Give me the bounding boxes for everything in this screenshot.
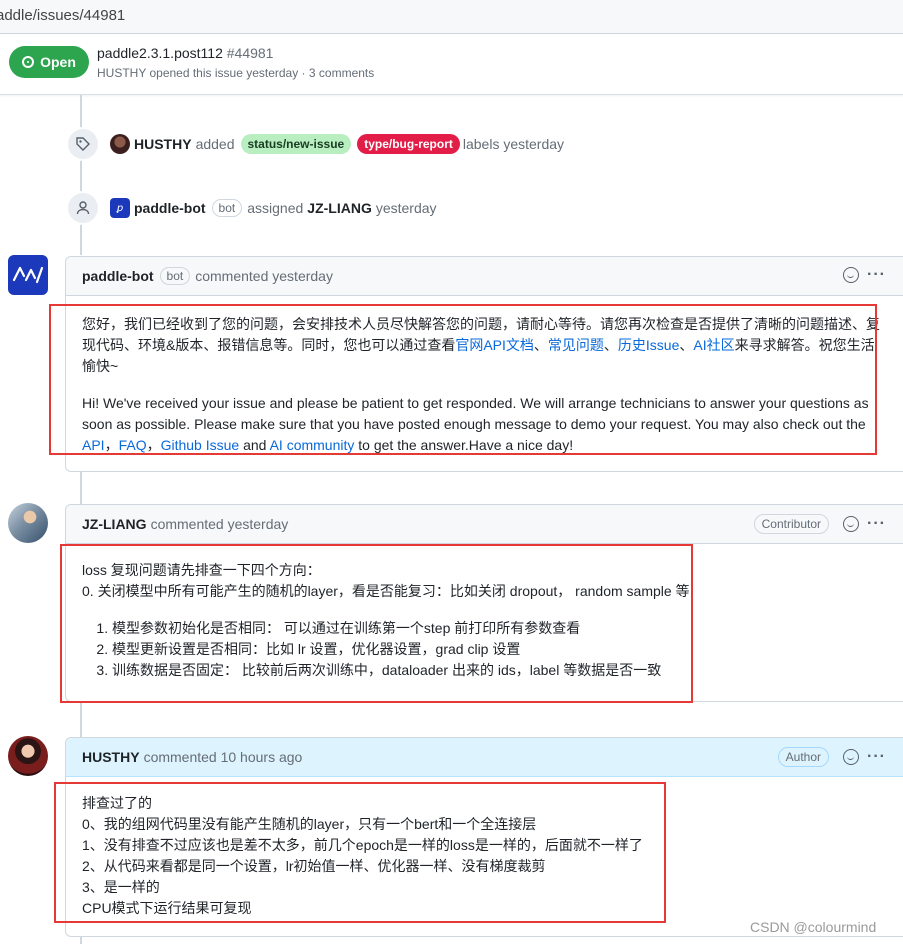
event-verb: assigned [247,200,304,216]
link-api[interactable]: API [82,437,105,453]
more-options-icon[interactable]: ··· [867,748,886,766]
paddle-bot-avatar[interactable] [8,255,48,295]
label-status-new-issue[interactable]: status/new-issue [240,134,352,154]
link-ai-community-en[interactable]: AI community [270,437,355,453]
en-text: and [239,437,270,453]
list-item: 训练数据是否固定： 比较前后两次训练中，dataloader 出来的 ids，l… [112,660,888,681]
list-item: 模型参数初始化是否相同： 可以通过在训练第一个step 前打印所有参数查看 [112,618,888,639]
separator: 、 [603,337,618,353]
comment-line: 3、是一样的 [82,879,160,895]
more-options-icon[interactable]: ··· [867,266,886,284]
comment-meta[interactable]: commented yesterday [195,268,333,284]
separator: ， [146,437,161,453]
issue-state-badge: Open [9,46,89,78]
event-actor[interactable]: paddle-bot [134,200,206,216]
avatar[interactable] [8,503,48,543]
comment-meta[interactable]: commented yesterday [151,516,289,532]
tag-icon [66,127,100,161]
bot-badge: bot [211,199,243,217]
comment-header: paddle-bot bot commented yesterday ··· [66,257,903,296]
comment-header: HUSTHY commented 10 hours ago Author ··· [66,738,903,777]
separator: 、 [679,337,694,353]
timeline-line [80,470,82,504]
comment-list: 模型参数初始化是否相同： 可以通过在训练第一个step 前打印所有参数查看 模型… [82,618,888,681]
event-actor[interactable]: HUSTHY [134,136,192,152]
watermark: CSDN @colourmind [750,919,877,935]
comment-body: 您好，我们已经收到了您的问题，会安排技术人员尽快解答您的问题，请耐心等待。请您再… [66,296,903,456]
timeline-event-assigned: ꝑ paddle-bot bot assigned JZ-LIANG yeste… [66,191,437,225]
avatar[interactable] [110,134,130,154]
label-type-bug-report[interactable]: type/bug-report [357,134,460,154]
link-faq-en[interactable]: FAQ [119,437,147,453]
role-badge: Contributor [753,514,830,534]
issue-number: #44981 [226,45,274,61]
comment-paddle-bot: paddle-bot bot commented yesterday ··· 您… [65,256,903,472]
issue-subtitle: HUSTHY opened this issue yesterday · 3 c… [97,66,374,80]
bot-badge: bot [159,267,191,285]
list-item: 模型更新设置是否相同：比如 lr 设置，优化器设置，grad clip 设置 [112,639,888,660]
event-tail: labels yesterday [462,136,565,152]
separator: 、 [533,337,548,353]
link-ai-community[interactable]: AI社区 [693,337,734,353]
issue-state-label: Open [40,54,76,70]
issue-title[interactable]: paddle2.3.1.post112 #44981 [97,45,273,61]
timeline-event-labeled: HUSTHY added status/new-issue type/bug-r… [66,127,565,161]
more-options-icon[interactable]: ··· [867,515,886,533]
address-bar[interactable]: addle/issues/44981 [0,0,903,34]
issue-title-text: paddle2.3.1.post112 [97,45,223,61]
comment-line: 2、从代码来看都是同一个设置，lr初始值一样、优化器一样、没有梯度裁剪 [82,858,546,874]
timeline-line [80,700,82,738]
avatar[interactable] [8,736,48,776]
event-verb: added [195,136,235,152]
comment-jz-liang: JZ-LIANG commented yesterday Contributor… [65,504,903,702]
smiley-icon[interactable] [843,749,860,765]
issue-opened-icon [22,56,35,68]
comment-line: CPU模式下运行结果可复现 [82,900,252,916]
role-badge: Author [777,747,830,767]
issue-sticky-header [0,34,903,95]
link-api-docs[interactable]: 官网API文档 [455,337,534,353]
timeline-line [80,95,82,255]
comment-author[interactable]: HUSTHY [82,749,140,765]
link-github-issue[interactable]: Github Issue [161,437,240,453]
person-icon [66,191,100,225]
comment-author[interactable]: JZ-LIANG [82,516,147,532]
comment-body: loss 复现问题请先排查一下四个方向： 0. 关闭模型中所有可能产生的随机的l… [66,544,903,681]
en-text: to get the answer.Have a nice day! [354,437,574,453]
comment-header: JZ-LIANG commented yesterday Contributor… [66,505,903,544]
comment-line: 1、没有排查不过应该也是差不太多，前几个epoch是一样的loss是一样的，后面… [82,837,643,853]
comment-paragraph-zh: 您好，我们已经收到了您的问题，会安排技术人员尽快解答您的问题，请耐心等待。请您再… [82,314,888,377]
issue-opener[interactable]: HUSTHY [97,66,146,80]
separator: ， [104,437,119,453]
paddle-bot-avatar[interactable]: ꝑ [110,198,130,218]
comment-line: 0. 关闭模型中所有可能产生的随机的layer，看是否能复习：比如关闭 drop… [82,583,690,599]
link-history-issue[interactable]: 历史Issue [618,337,679,353]
comment-author[interactable]: paddle-bot [82,268,154,284]
event-target[interactable]: JZ-LIANG [307,200,372,216]
link-faq[interactable]: 常见问题 [548,337,604,353]
comment-line: 0、我的组网代码里没有能产生随机的layer，只有一个bert和一个全连接层 [82,816,537,832]
smiley-icon[interactable] [843,516,860,532]
url-text: addle/issues/44981 [0,7,126,24]
issue-opened-text: opened this issue yesterday · 3 comments [149,66,375,80]
comment-husthy: HUSTHY commented 10 hours ago Author ···… [65,737,903,937]
smiley-icon[interactable] [843,267,860,283]
event-tail: yesterday [375,200,437,216]
comment-body: 排查过了的 0、我的组网代码里没有能产生随机的layer，只有一个bert和一个… [66,777,903,919]
comment-line: loss 复现问题请先排查一下四个方向： [82,562,321,578]
comment-meta[interactable]: commented 10 hours ago [144,749,303,765]
comment-line: 排查过了的 [82,795,152,811]
en-text: Hi! We've received your issue and please… [82,395,869,432]
comment-paragraph-en: Hi! We've received your issue and please… [82,393,888,456]
